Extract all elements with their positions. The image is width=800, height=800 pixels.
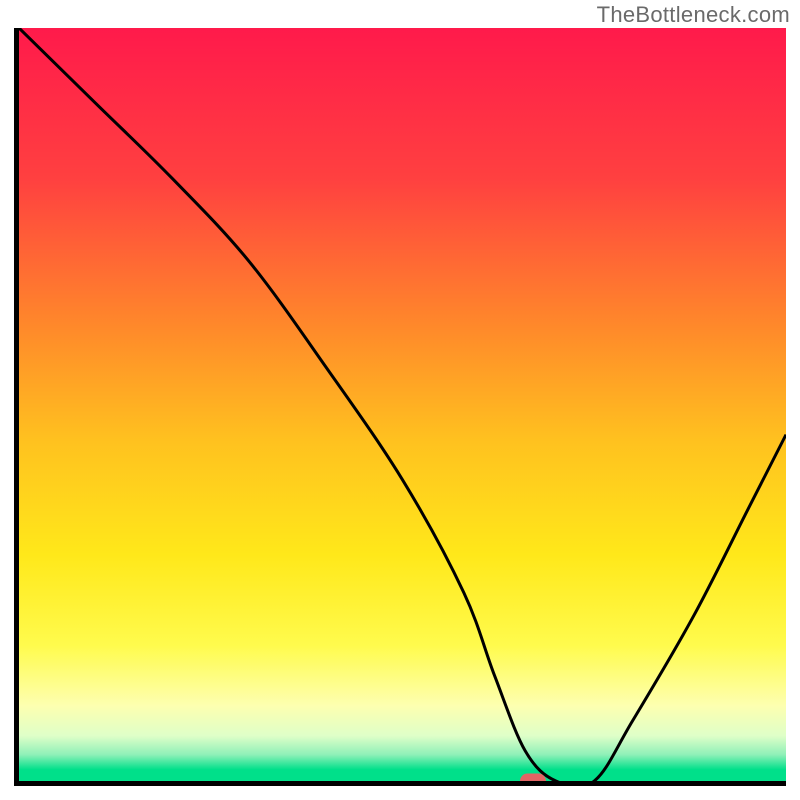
watermark-text: TheBottleneck.com (597, 2, 790, 28)
optimal-point-marker (520, 774, 546, 787)
bottleneck-curve (19, 28, 786, 781)
bottleneck-chart: TheBottleneck.com (0, 0, 800, 800)
plot-area (14, 28, 786, 786)
